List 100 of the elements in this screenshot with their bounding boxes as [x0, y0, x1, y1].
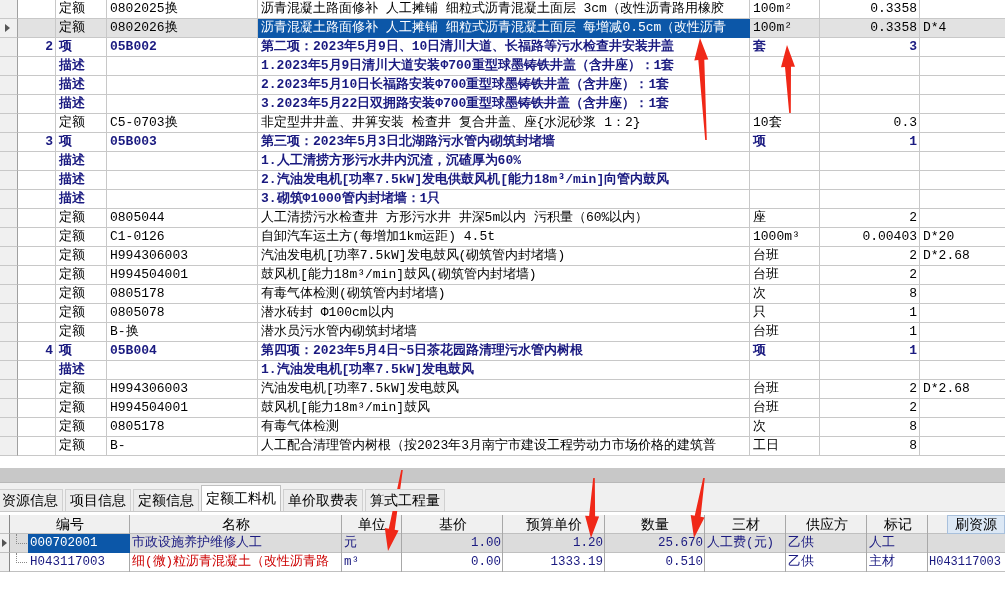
table-cell-text: 1.汽油发电机[功率7.5kW]发电鼓风 — [260, 361, 476, 379]
tab[interactable]: 资源信息 — [0, 489, 63, 511]
table-cell-text: D*20 — [922, 228, 956, 246]
tab[interactable]: 单价取费表 — [283, 489, 363, 511]
table-cell-text: 1000m³ — [752, 228, 801, 246]
column-header[interactable]: 基价 — [402, 515, 503, 534]
table-cell-text: 4 — [44, 342, 54, 360]
table-cell-text: 市政设施养护维修人工 — [131, 534, 263, 552]
column-header[interactable]: 单位 — [342, 515, 402, 534]
table-cell-text: 0802025换 — [109, 0, 179, 18]
selected-row[interactable]: 000702001 市政设施养护维修人工 元 1.00 1.20 25.670 人工费(元) 乙供 人工 — [0, 534, 1005, 553]
table-cell-text: 次 — [752, 418, 767, 436]
column-header[interactable]: 标记 — [867, 515, 928, 534]
table-cell: 沥青混凝土路面修补 人工摊铺 细粒式沥青混凝土面层 每增减0.5cm（改性沥青 — [258, 19, 750, 38]
table-cell-text: 2 — [44, 38, 54, 56]
column-header[interactable]: 数量 — [605, 515, 705, 534]
table-cell-text: 0.3358 — [869, 19, 918, 37]
table-cell-text: 2 — [908, 399, 918, 417]
table-cell-text: 2.2023年5月10日长福路安装Φ700重型球墨铸铁井盖（含井座）：1套 — [260, 76, 671, 94]
table-cell-text: 1.20 — [572, 535, 604, 552]
current-row-icon — [5, 24, 10, 32]
table-cell-text: 定额 — [58, 0, 86, 18]
table-cell-text: 第三项：2023年5月3日北湖路污水管内砌筑封堵墙 — [260, 133, 556, 151]
table-cell-text: 沥青混凝土路面修补 人工摊铺 细粒式沥青混凝土面层 3cm（改性沥青路用橡胶 — [260, 0, 725, 18]
table-cell-text: 元 — [343, 535, 358, 552]
table-cell-text: H994306003 — [109, 247, 189, 265]
tab[interactable]: 项目信息 — [65, 489, 131, 511]
table-cell-text: 潜水员污水管内砌筑封堵墙 — [260, 323, 418, 341]
table-cell-text: 第二项：2023年5月9日、10日清川大道、长福路等污水检查井安装井盖 — [260, 38, 676, 56]
table-cell-text: 描述 — [58, 152, 86, 170]
table-cell-text: 描述 — [58, 57, 86, 75]
table-cell-text: 描述 — [58, 95, 86, 113]
table-cell-text: 0.00403 — [861, 228, 918, 246]
table-cell-text: 人工配合清理管内树根（按2023年3月南宁市建设工程劳动力市场价格的建筑普 — [260, 437, 717, 455]
table-cell-text: 0805178 — [109, 418, 166, 436]
table-cell-text: 1333.19 — [549, 554, 604, 571]
annotation-arrow — [690, 477, 705, 538]
table-cell-text: 项 — [57, 38, 73, 56]
current-row-icon — [2, 539, 7, 547]
row-header[interactable] — [0, 553, 10, 572]
table-cell-text: 8 — [908, 418, 918, 436]
table-cell-text: 3 — [44, 133, 54, 151]
column-header[interactable]: 预算单价 — [503, 515, 605, 534]
table-cell-text: 25.670 — [657, 535, 704, 552]
table-cell-text: 0.3358 — [869, 0, 918, 18]
table-cell-text: 1.2023年5月9日清川大道安装Φ700重型球墨铸铁井盖（含井座）：1套 — [260, 57, 676, 75]
table-cell-text: 鼓风机[能力18m³/min]鼓风(砌筑管内封堵墙) — [260, 266, 538, 284]
table-cell-text: B-换 — [109, 323, 140, 341]
column-header[interactable]: 三材 — [705, 515, 786, 534]
tree-connector — [16, 553, 27, 563]
table-cell-text: 1 — [908, 133, 918, 151]
table-cell-text: 定额 — [58, 228, 86, 246]
table-cell-text: 05B004 — [109, 342, 158, 360]
annotation-arrow — [585, 478, 600, 538]
tree-connector — [16, 534, 27, 544]
column-header[interactable]: 名称 — [130, 515, 342, 534]
table-cell-text: 定额 — [58, 285, 86, 303]
tab[interactable]: 定额工料机 — [201, 485, 281, 511]
table-cell-text: 10套 — [752, 114, 783, 132]
table-cell-text: 定额 — [58, 380, 86, 398]
table-cell-text: 有毒气体检测(砌筑管内封堵墙) — [260, 285, 447, 303]
table-cell-text: 1.00 — [470, 535, 502, 552]
column-header[interactable]: 供应方 — [786, 515, 867, 534]
table-cell-text: 台班 — [752, 266, 780, 284]
table-cell-text: 套 — [752, 38, 767, 56]
table-cell-text: 人工费(元) — [706, 534, 775, 552]
table-cell-text: 8 — [908, 437, 918, 455]
table-cell-text: 定额 — [58, 114, 86, 132]
horizontal-scrollbar[interactable] — [0, 468, 1005, 482]
table-cell-text: m³ — [343, 554, 360, 571]
table-cell-text: 定额 — [58, 418, 86, 436]
table-cell-text: 05B002 — [109, 38, 158, 56]
table-cell-text: 汽油发电机[功率7.5kW]发电鼓风(砌筑管内封堵墙) — [260, 247, 567, 265]
table-cell: 000702001 — [28, 534, 130, 553]
row-header[interactable] — [0, 19, 18, 38]
table-cell-text: 只 — [752, 304, 767, 322]
table-cell-text: 座 — [752, 209, 767, 227]
column-header[interactable]: 编号 — [10, 515, 130, 534]
annotation-arrow — [781, 45, 795, 113]
table-cell-text: 0.3 — [892, 114, 918, 132]
table-cell-text: 非定型井井盖、井箅安装 检查井 复合井盖、座{水泥砂浆 1：2} — [260, 114, 642, 132]
table-cell-text: H994504001 — [109, 399, 189, 417]
table-cell-text: H043117003 — [29, 554, 106, 571]
table-cell-text: 主材 — [868, 553, 896, 571]
selected-row[interactable]: 定额 0802026换 沥青混凝土路面修补 人工摊铺 细粒式沥青混凝土面层 每增减0.5cm（改性沥青 100m² 0.3358 D*4 — [0, 19, 1005, 38]
table-cell-text: 第四项：2023年5月4日~5日茶花园路清理污水管内树根 — [260, 342, 585, 360]
table-cell-text: 定额 — [58, 19, 86, 37]
table-cell-text: 0.510 — [664, 554, 704, 571]
table-cell-text: H043117003 — [928, 554, 1002, 571]
table-cell-text: 定额 — [58, 323, 86, 341]
table-cell-text: 潜水砖封 Φ100cm以内 — [260, 304, 395, 322]
table-cell-text: 细(微)粒沥青混凝土（改性沥青路 — [131, 553, 330, 571]
tab[interactable]: 算式工程量 — [365, 489, 445, 511]
table-cell-text: 2 — [908, 380, 918, 398]
table-cell-text: 1 — [908, 323, 918, 341]
table-cell-text: 描述 — [58, 171, 86, 189]
row-header[interactable] — [0, 534, 10, 553]
refresh-resource-button[interactable]: 刷资源 — [947, 515, 1005, 534]
tab[interactable]: 定额信息 — [133, 489, 199, 511]
table-cell-text: 2.汽油发电机[功率7.5kW]发电供鼓风机[能力18m³/min]向管内鼓风 — [260, 171, 671, 189]
